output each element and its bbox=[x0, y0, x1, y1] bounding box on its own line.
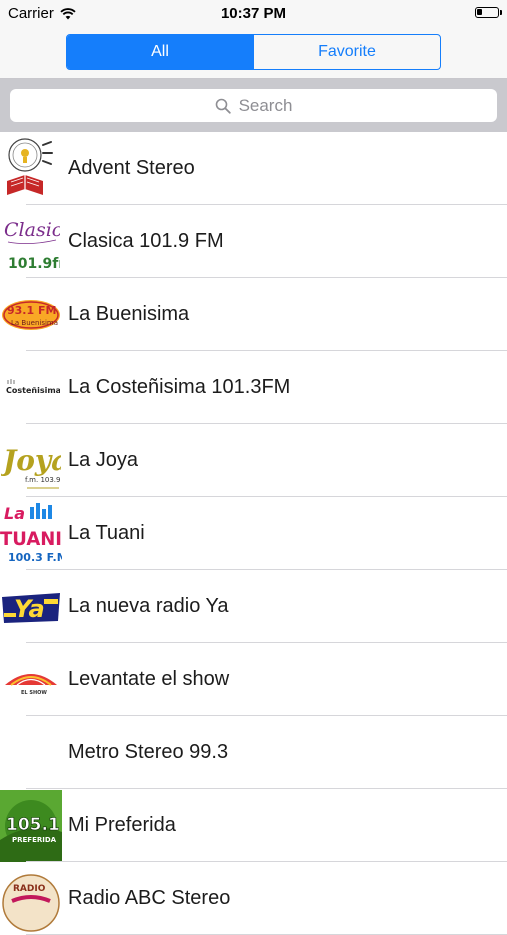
station-name: La Buenisima bbox=[68, 303, 190, 325]
search-input[interactable]: Search bbox=[10, 89, 497, 122]
station-name: Advent Stereo bbox=[68, 157, 195, 179]
radio-abc-stereo-logo: RADIO bbox=[0, 863, 62, 935]
svg-text:EL SHOW: EL SHOW bbox=[21, 690, 47, 696]
status-time: 10:37 PM bbox=[220, 5, 287, 22]
station-row[interactable]: EL SHOW Levantate el show bbox=[0, 643, 507, 716]
svg-text:TUANI: TUANI bbox=[0, 528, 62, 550]
station-name: La Costeñisima 101.3FM bbox=[68, 376, 291, 398]
la-nueva-radio-ya-logo: Ya bbox=[0, 571, 62, 643]
station-list: Advent Stereo Clasica 101.9fm Clasica 10… bbox=[0, 132, 507, 935]
la-joya-logo: Joya f.m. 103.9 bbox=[0, 425, 62, 497]
station-name: La Tuani bbox=[68, 522, 145, 544]
station-name: La nueva radio Ya bbox=[68, 595, 229, 617]
svg-text:101.9fm: 101.9fm bbox=[8, 256, 60, 272]
svg-text:La Buenisima: La Buenisima bbox=[11, 319, 58, 327]
svg-text:Clasica: Clasica bbox=[4, 219, 60, 241]
station-row[interactable]: 105.1 PREFERIDA Mi Preferida bbox=[0, 789, 507, 862]
station-row[interactable]: RADIO Radio ABC Stereo bbox=[0, 862, 507, 935]
svg-text:RADIO: RADIO bbox=[13, 884, 46, 894]
tab-favorite[interactable]: Favorite bbox=[253, 35, 440, 69]
svg-text:105.1: 105.1 bbox=[6, 815, 60, 835]
svg-text:100.3 F.M.: 100.3 F.M. bbox=[8, 551, 62, 564]
levantate-el-show-logo: EL SHOW bbox=[0, 644, 62, 716]
la-buenisima-logo: 93.1 FM La Buenisima bbox=[0, 279, 62, 351]
station-row[interactable]: Ya La nueva radio Ya bbox=[0, 570, 507, 643]
svg-text:Ya: Ya bbox=[14, 595, 45, 623]
navigation-bar: All Favorite bbox=[0, 28, 507, 79]
clasica-logo: Clasica 101.9fm bbox=[0, 206, 62, 278]
filter-segmented-control: All Favorite bbox=[66, 34, 441, 70]
search-bar: Search bbox=[0, 79, 507, 132]
la-tuani-logo: La TUANI 100.3 F.M. bbox=[0, 498, 62, 570]
svg-text:Joya: Joya bbox=[1, 444, 61, 477]
tab-all[interactable]: All bbox=[67, 35, 253, 69]
station-row[interactable]: Metro Stereo 99.3 bbox=[0, 716, 507, 789]
svg-text:93.1 FM: 93.1 FM bbox=[7, 304, 56, 317]
metro-stereo-logo-placeholder bbox=[0, 717, 62, 789]
station-row[interactable]: Joya f.m. 103.9 La Joya bbox=[0, 424, 507, 497]
station-row[interactable]: Costeñisima La Costeñisima 101.3FM bbox=[0, 351, 507, 424]
svg-text:Costeñisima: Costeñisima bbox=[6, 386, 60, 395]
station-name: Mi Preferida bbox=[68, 814, 176, 836]
station-name: Levantate el show bbox=[68, 668, 230, 690]
svg-text:f.m. 103.9: f.m. 103.9 bbox=[25, 476, 61, 484]
station-name: Radio ABC Stereo bbox=[68, 887, 231, 909]
status-bar: Carrier 10:37 PM bbox=[0, 0, 507, 28]
station-row[interactable]: Clasica 101.9fm Clasica 101.9 FM bbox=[0, 205, 507, 278]
station-row[interactable]: La TUANI 100.3 F.M. La Tuani bbox=[0, 497, 507, 570]
svg-text:PREFERIDA: PREFERIDA bbox=[12, 836, 57, 844]
advent-stereo-logo bbox=[0, 133, 62, 205]
battery-level bbox=[477, 9, 482, 15]
battery-icon bbox=[475, 7, 502, 18]
station-row[interactable]: Advent Stereo bbox=[0, 132, 507, 205]
search-placeholder: Search bbox=[238, 95, 293, 115]
mi-preferida-logo: 105.1 PREFERIDA bbox=[0, 789, 62, 862]
station-name: Metro Stereo 99.3 bbox=[68, 741, 229, 763]
svg-text:La: La bbox=[4, 504, 25, 523]
station-row[interactable]: 93.1 FM La Buenisima La Buenisima bbox=[0, 278, 507, 351]
la-costenisima-logo: Costeñisima bbox=[0, 352, 62, 424]
station-name: La Joya bbox=[68, 449, 139, 471]
station-name: Clasica 101.9 FM bbox=[68, 230, 224, 252]
search-icon bbox=[215, 98, 231, 114]
